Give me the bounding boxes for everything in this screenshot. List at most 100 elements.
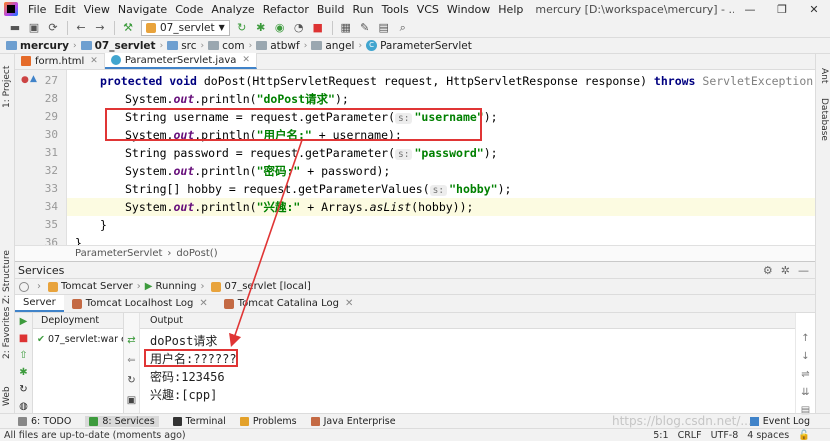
soft-wrap-icon[interactable]: ⇌ [796,369,815,381]
search-everywhere-icon[interactable]: ⌕ [394,20,412,36]
close-window-button[interactable]: ✕ [798,3,830,16]
stop-icon[interactable]: ■ [309,20,327,36]
java-enterprise-tool-tab[interactable]: Java Enterprise [310,416,396,427]
services-tool-tab[interactable]: 8: Services [85,415,159,427]
file-encoding[interactable]: UTF-8 [711,430,739,441]
web-tool-tab[interactable]: Web [2,386,12,406]
output-console[interactable]: Output doPost请求 用户名:?????? 密码:123456 兴趣:… [140,313,795,413]
close-tab-icon[interactable]: ✕ [90,56,98,66]
output-header: Output [140,313,795,329]
coverage-icon[interactable]: ◉ [271,20,289,36]
profile-icon[interactable]: ◔ [290,20,308,36]
debug-bug-icon[interactable]: ✱ [252,20,270,36]
hide-panel-icon[interactable]: — [798,264,809,277]
menu-view[interactable]: View [80,3,114,16]
implements-marker-icon[interactable]: ▲ [30,74,37,84]
console-icon[interactable]: ▣ [124,395,139,409]
gear-icon[interactable]: ✲ [781,264,790,277]
tab-server[interactable]: Server [15,295,64,312]
breadcrumb-method[interactable]: doPost() [176,248,217,259]
path-running[interactable]: Running [156,281,197,292]
line-separator[interactable]: CRLF [678,430,702,441]
caret-position[interactable]: 5:1 [653,430,668,441]
structure-tool-tab[interactable]: Z: Structure [2,250,12,304]
stop-icon[interactable]: ■ [15,333,32,347]
database-tool-tab[interactable]: Database [819,98,829,141]
menu-file[interactable]: File [24,3,50,16]
line-number: 34 [44,200,58,213]
terminal-tool-tab[interactable]: Terminal [172,416,226,427]
lock-icon[interactable]: 🔓 [798,430,810,441]
tab-form-html[interactable]: form.html ✕ [15,53,105,69]
menu-navigate[interactable]: Navigate [114,3,171,16]
crumb-module[interactable]: 07_servlet [80,40,156,52]
deployment-panel: Deployment ✔07_servlet:war explo [33,313,124,413]
redeploy-icon[interactable]: ⇄ [124,335,139,349]
forward-arrow-icon[interactable]: → [91,20,109,36]
sdk-icon[interactable]: ▤ [375,20,393,36]
menu-run[interactable]: Run [349,3,378,16]
settings-gear-icon[interactable]: ⚙ [763,264,773,277]
menu-analyze[interactable]: Analyze [207,3,258,16]
crumb-com[interactable]: com [208,40,245,52]
deployment-header: Deployment [33,313,123,329]
back-arrow-icon[interactable]: ← [72,20,90,36]
build-hammer-icon[interactable]: ⚒ [119,20,137,36]
deployment-item[interactable]: ✔07_servlet:war explo [33,329,123,345]
save-all-icon[interactable]: ▣ [25,20,43,36]
path-local-server[interactable]: 07_servlet [local] [224,281,310,292]
intellij-logo-icon [4,2,18,16]
favorites-tool-tab[interactable]: 2: Favorites [2,307,12,359]
indent-setting[interactable]: 4 spaces [747,430,789,441]
open-folder-icon[interactable]: ▬ [6,20,24,36]
override-marker-icon[interactable]: ● [21,75,29,85]
chevron-right-icon: › [303,40,308,51]
scroll-down-icon[interactable]: ↓ [796,351,815,363]
maximize-button[interactable]: ❐ [766,3,798,16]
crumb-src[interactable]: src [167,40,197,52]
event-log-tab[interactable]: Event Log [749,416,810,427]
menu-build[interactable]: Build [313,3,349,16]
sync-icon[interactable]: ⟳ [44,20,62,36]
refresh-icon[interactable]: ↻ [15,384,32,398]
crumb-atbwf[interactable]: atbwf [256,40,300,52]
path-tomcat-server[interactable]: Tomcat Server [61,281,133,292]
scroll-up-icon[interactable]: ↑ [796,333,815,345]
run-icon[interactable]: ▶ [15,316,32,330]
problems-tool-tab[interactable]: Problems [239,416,297,427]
ant-tool-tab[interactable]: Ant [819,68,829,83]
deploy-icon[interactable]: ⇧ [15,350,32,364]
close-tab-icon[interactable]: ✕ [345,298,353,309]
menu-tools[interactable]: Tools [378,3,413,16]
line-number: 28 [44,92,58,105]
update-icon[interactable]: ⇐ [124,355,139,369]
todo-tool-tab[interactable]: 6: TODO [18,416,71,427]
crumb-project[interactable]: mercury [6,40,69,52]
crumb-angel[interactable]: angel [311,40,354,52]
menu-code[interactable]: Code [171,3,207,16]
breadcrumb-class[interactable]: ParameterServlet [75,248,162,259]
menu-vcs[interactable]: VCS [413,3,443,16]
settings-wrench-icon[interactable]: ✎ [356,20,374,36]
close-tab-icon[interactable]: ✕ [199,298,207,309]
back-icon[interactable] [19,281,29,292]
tab-catalina-log[interactable]: Tomcat Catalina Log ✕ [216,295,362,312]
tab-localhost-log[interactable]: Tomcat Localhost Log ✕ [64,295,216,312]
scroll-to-end-icon[interactable]: ⇊ [796,387,815,399]
close-tab-icon[interactable]: ✕ [242,55,250,65]
code-editor[interactable]: 27 ● ▲ 28 29 30 31 32 33 34 35 36 protec… [15,70,815,245]
menu-help[interactable]: Help [494,3,527,16]
refresh-icon[interactable]: ↻ [124,375,139,389]
rerun-icon[interactable]: ↻ [233,20,251,36]
menu-refactor[interactable]: Refactor [259,3,313,16]
menu-edit[interactable]: Edit [50,3,79,16]
tab-parameter-servlet[interactable]: ParameterServlet.java ✕ [104,53,257,69]
html-file-icon [21,56,31,66]
menu-window[interactable]: Window [443,3,494,16]
project-structure-icon[interactable]: ▦ [337,20,355,36]
project-tool-tab[interactable]: 1: Project [2,66,12,108]
crumb-class[interactable]: C ParameterServlet [366,40,472,52]
minimize-button[interactable]: — [734,3,766,16]
debug-icon[interactable]: ✱ [15,367,32,381]
run-configuration-select[interactable]: 07_servlet ▼ [141,19,230,36]
